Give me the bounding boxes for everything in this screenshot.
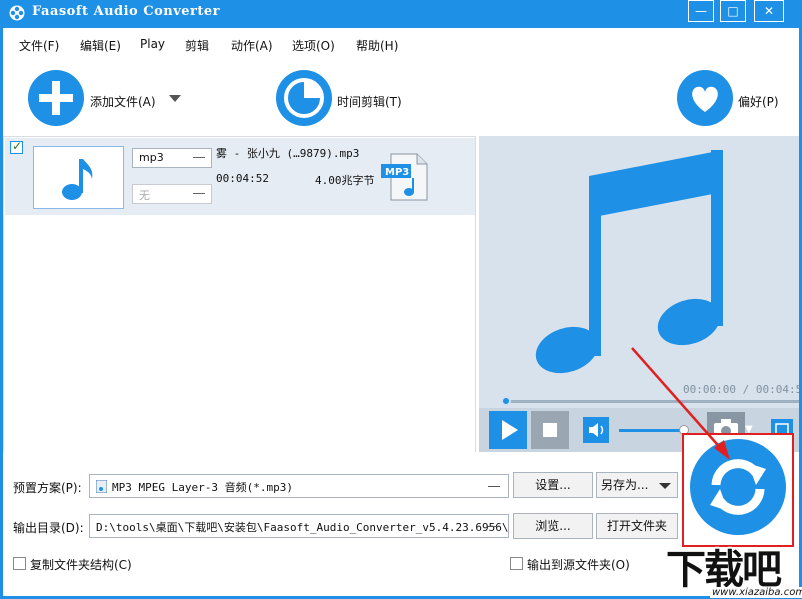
- menu-help[interactable]: 帮助(H): [356, 37, 398, 54]
- output-to-source-checkbox[interactable]: [510, 557, 523, 570]
- output-dir-label: 输出目录(D):: [13, 521, 84, 535]
- window-title: Faasoft Audio Converter: [32, 4, 221, 19]
- menu-bar: 文件(F) 编辑(E) Play 剪辑 动作(A) 选项(O) 帮助(H): [3, 28, 799, 54]
- menu-play[interactable]: Play: [140, 37, 165, 51]
- audio-file-icon: [96, 480, 107, 493]
- settings-button[interactable]: 设置...: [513, 472, 593, 498]
- plus-icon: [39, 81, 73, 115]
- menu-file[interactable]: 文件(F): [19, 37, 59, 54]
- preferences-button[interactable]: [677, 70, 733, 126]
- mp3-badge-text: MP3: [385, 167, 409, 178]
- seek-handle[interactable]: [501, 396, 511, 406]
- trim-button[interactable]: [276, 70, 332, 126]
- maximize-button[interactable]: □: [720, 0, 746, 22]
- title-bar: Faasoft Audio Converter — □ ✕: [0, 0, 802, 28]
- menu-clip[interactable]: 剪辑: [185, 37, 209, 54]
- add-file-label[interactable]: 添加文件(A): [90, 93, 156, 110]
- save-as-dropdown-icon: [659, 483, 671, 489]
- file-list[interactable]: mp3 无 雾 - 张小九 (…9879).mp3 00:04:52 4.00兆…: [3, 136, 476, 470]
- menu-action[interactable]: 动作(A): [231, 37, 273, 54]
- music-note-icon: [62, 159, 93, 200]
- menu-options[interactable]: 选项(O): [292, 37, 335, 54]
- file-checkbox[interactable]: [10, 139, 23, 154]
- volume-button[interactable]: [583, 417, 609, 443]
- annotation-arrow: [631, 347, 730, 460]
- file-row[interactable]: mp3 无 雾 - 张小九 (…9879).mp3 00:04:52 4.00兆…: [5, 138, 475, 215]
- save-as-label: 另存为...: [601, 478, 649, 492]
- copy-structure-checkbox[interactable]: [13, 557, 26, 570]
- file-duration: 00:04:52: [216, 172, 269, 185]
- play-button[interactable]: [489, 411, 527, 449]
- preset-value: MP3 MPEG Layer-3 音频(*.mp3): [112, 481, 293, 494]
- close-button[interactable]: ✕: [754, 0, 784, 22]
- format-select-value: mp3: [139, 151, 164, 164]
- toolbar: 添加文件(A) 时间剪辑(T) 偏好(P): [3, 54, 799, 136]
- play-icon: [502, 420, 518, 440]
- watermark-url: www.xiazaiba.com: [710, 587, 802, 598]
- mp3-badge: MP3: [385, 167, 409, 178]
- main-window: 文件(F) 编辑(E) Play 剪辑 动作(A) 选项(O) 帮助(H) 添加…: [3, 28, 799, 596]
- file-size: 4.00兆字节: [315, 174, 375, 187]
- file-thumbnail: [33, 146, 124, 209]
- save-as-button[interactable]: 另存为...: [596, 472, 678, 498]
- trim-label[interactable]: 时间剪辑(T): [337, 93, 402, 110]
- menu-edit[interactable]: 编辑(E): [80, 37, 121, 54]
- stop-icon: [543, 423, 557, 437]
- subtitle-select: 无: [132, 184, 212, 204]
- copy-structure-label[interactable]: 复制文件夹结构(C): [30, 556, 132, 573]
- output-dir-field[interactable]: D:\tools\桌面\下载吧\安装包\Faasoft_Audio_Conver…: [89, 514, 509, 538]
- file-name: 雾 - 张小九 (…9879).mp3: [216, 147, 360, 160]
- preset-select[interactable]: MP3 MPEG Layer-3 音频(*.mp3): [89, 474, 509, 498]
- stop-button[interactable]: [531, 411, 569, 449]
- preset-label: 预置方案(P):: [13, 481, 82, 495]
- preferences-label[interactable]: 偏好(P): [738, 93, 779, 110]
- add-file-button[interactable]: [28, 70, 84, 126]
- minimize-button[interactable]: —: [688, 0, 714, 22]
- add-file-dropdown-icon[interactable]: [169, 95, 181, 103]
- open-folder-button[interactable]: 打开文件夹: [596, 513, 678, 539]
- browse-button[interactable]: 浏览...: [513, 513, 593, 539]
- watermark: 下载吧 www.xiazaiba.com: [664, 537, 802, 599]
- subtitle-select-value: 无: [139, 189, 150, 202]
- format-select[interactable]: mp3: [132, 148, 212, 168]
- output-dir-value: D:\tools\桌面\下载吧\安装包\Faasoft_Audio_Conver…: [96, 521, 509, 534]
- output-to-source-label[interactable]: 输出到源文件夹(O): [527, 556, 630, 573]
- heart-icon: [692, 86, 718, 112]
- app-logo-icon: [9, 5, 25, 21]
- speaker-icon: [589, 423, 604, 437]
- clock-pie-icon: [284, 78, 324, 118]
